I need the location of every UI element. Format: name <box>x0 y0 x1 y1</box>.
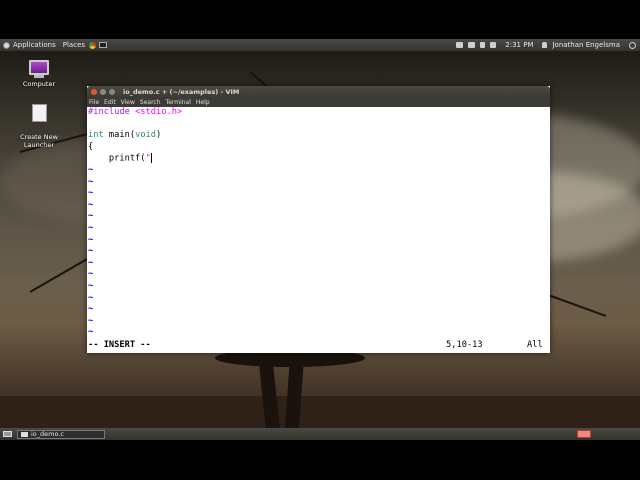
menu-view[interactable]: View <box>121 99 135 106</box>
code-preprocessor: #include <box>88 107 136 117</box>
menu-edit[interactable]: Edit <box>104 99 116 106</box>
empty-line-marker: ~ <box>88 246 94 257</box>
keyboard-icon[interactable] <box>456 42 464 48</box>
launcher-file-icon <box>31 104 47 122</box>
code-text: { <box>88 141 94 152</box>
system-tray: 2:31 PM Jonathan Engelsma <box>456 41 640 49</box>
menu-terminal[interactable]: Terminal <box>166 99 191 106</box>
code-text: main( <box>103 130 136 141</box>
bottom-panel: io_demo.c <box>0 428 640 440</box>
clock[interactable]: 2:31 PM <box>505 41 533 49</box>
empty-line-marker: ~ <box>88 280 94 291</box>
vim-status-line: -- INSERT -- 5,10-13 All <box>88 340 548 352</box>
computer-icon-stand <box>34 75 44 78</box>
empty-line-marker: ~ <box>88 327 94 338</box>
empty-line-marker: ~ <box>88 211 94 222</box>
ubuntu-logo-icon <box>3 41 10 49</box>
window-icon <box>21 431 28 437</box>
taskbar-label: io_demo.c <box>31 430 64 438</box>
code-type: int <box>88 130 104 141</box>
places-menu[interactable]: Places <box>63 39 85 51</box>
letterbox-bottom <box>0 440 640 480</box>
scroll-indicator: All <box>527 340 543 350</box>
menu-help[interactable]: Help <box>196 99 210 106</box>
vim-window: io_demo.c + (~/examples) - VIM File Edit… <box>87 86 550 353</box>
taskbar-button-vim[interactable]: io_demo.c <box>17 429 105 439</box>
code-type: void <box>135 130 157 141</box>
cursor-position: 5,10-13 <box>446 340 483 350</box>
applications-menu[interactable]: Applications <box>3 39 56 51</box>
code-line-3: int main(void) <box>87 130 550 142</box>
volume-icon[interactable] <box>490 42 497 48</box>
mail-icon[interactable] <box>468 42 476 48</box>
minimize-icon[interactable] <box>100 89 106 95</box>
empty-line-marker: ~ <box>88 315 94 326</box>
terminal-launcher-icon[interactable] <box>99 42 108 48</box>
code-include-path: <stdio.h> <box>135 107 183 117</box>
empty-line-marker: ~ <box>88 304 94 315</box>
top-panel: Applications Places 2:31 PM Jonathan Eng… <box>0 39 640 51</box>
editor-area[interactable]: #include <stdio.h> int main(void) { prin… <box>87 107 550 353</box>
window-title: io_demo.c + (~/examples) - VIM <box>123 88 240 96</box>
empty-line-marker: ~ <box>88 199 94 210</box>
chrome-launcher-icon[interactable] <box>89 41 97 49</box>
code-line-1: #include <stdio.h> <box>87 107 550 119</box>
empty-line-marker: ~ <box>88 176 94 187</box>
letterbox-top <box>0 0 640 39</box>
power-icon[interactable] <box>629 41 636 49</box>
empty-line-marker: ~ <box>88 222 94 233</box>
menubar: File Edit View Search Terminal Help <box>87 98 550 107</box>
menu-search[interactable]: Search <box>140 99 161 106</box>
desktop-icon-computer[interactable]: Computer <box>9 60 69 88</box>
empty-line-marker: ~ <box>88 234 94 245</box>
computer-icon <box>29 60 49 75</box>
code-line-5: printf(" <box>87 153 550 165</box>
user-name[interactable]: Jonathan Engelsma <box>552 41 620 49</box>
empty-line-marker: ~ <box>88 269 94 280</box>
desktop-icon-label: Create New Launcher <box>20 133 58 149</box>
empty-line-marker: ~ <box>88 257 94 268</box>
user-icon <box>542 42 548 48</box>
empty-line-marker: ~ <box>88 188 94 199</box>
places-label: Places <box>62 41 86 49</box>
empty-line-marker: ~ <box>88 164 94 175</box>
network-icon[interactable] <box>480 42 486 48</box>
applications-label: Applications <box>13 41 56 49</box>
code-text: printf( <box>88 153 146 164</box>
desktop-icon-create-launcher[interactable]: Create New Launcher <box>9 96 69 157</box>
workspace-switcher-icon[interactable] <box>577 430 591 438</box>
mode-indicator: -- INSERT -- <box>88 340 151 350</box>
maximize-icon[interactable] <box>109 89 115 95</box>
show-desktop-icon[interactable] <box>3 431 12 437</box>
wallpaper-horizon <box>0 396 640 428</box>
desktop-icon-label: Computer <box>22 80 56 88</box>
menu-file[interactable]: File <box>89 99 99 106</box>
empty-line-marker: ~ <box>88 292 94 303</box>
window-titlebar[interactable]: io_demo.c + (~/examples) - VIM <box>87 86 550 98</box>
wallpaper-branch <box>29 256 92 293</box>
code-text: ) <box>156 130 162 141</box>
text-cursor <box>150 153 152 164</box>
close-icon[interactable] <box>91 89 97 95</box>
code-line-4: { <box>87 142 550 154</box>
